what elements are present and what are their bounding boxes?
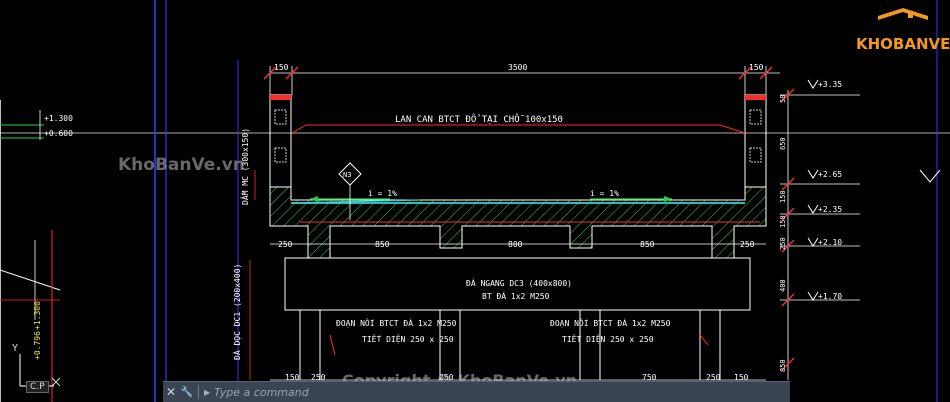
cross-beam-label-2: BT ĐÁ 1x2 M250	[482, 290, 550, 301]
dim-mid-a: 850	[375, 240, 390, 249]
command-input[interactable]	[214, 385, 790, 399]
pile-right-label-2: TIẾT DIỆN 250 x 250	[562, 333, 654, 344]
pile-left-label-2: TIẾT DIỆN 250 x 250	[362, 333, 454, 344]
long-beam-guide	[249, 170, 256, 380]
elev-335: +3.35	[818, 80, 842, 89]
logo-text: KHOBANVE	[856, 35, 950, 53]
tag-n3-label: N3	[343, 171, 351, 179]
dim-top-right: 150	[749, 63, 764, 72]
dim-top-left: 150	[274, 63, 289, 72]
left-elev-1: +1.300	[44, 114, 73, 123]
dim-mid-left: 250	[278, 240, 293, 249]
vdim-850: 850	[779, 359, 787, 372]
command-bar: ✕ 🔧 ▸	[163, 381, 790, 402]
slope-left-label: i = 1%	[368, 189, 397, 198]
cross-beam-label-1: ĐÀ NGANG DC3 (400x800)	[466, 277, 572, 288]
pile-right-label-1: ĐOẠN NỐI BTCT ĐÁ 1x2 M250	[550, 317, 671, 328]
pile-left-label-1: ĐOẠN NỐI BTCT ĐÁ 1x2 M250	[336, 317, 457, 328]
wrench-icon[interactable]: 🔧	[179, 387, 195, 398]
long-beam-label: ĐÀ DỌC DC1 (200x400)	[231, 264, 242, 360]
cad-drawing-canvas[interactable]: 150 3500 150 LAN CAN BTCT ĐỔ TẠI CHỖ 100…	[0, 0, 950, 402]
elev-265: +2.65	[818, 170, 842, 179]
elev-210: +2.10	[818, 238, 842, 247]
dim-top-span: 3500	[508, 63, 527, 72]
elev-170: +1.70	[818, 292, 842, 301]
vdim-650: 650	[779, 137, 787, 150]
command-prompt-icon[interactable]: ▸	[204, 385, 210, 399]
command-bar-divider	[198, 385, 199, 399]
watermark-left: KhoBanVe.vn	[118, 155, 245, 175]
dim-mid-b: 800	[508, 240, 523, 249]
close-command-line-button[interactable]: ✕	[163, 385, 179, 399]
left-elev-3: +1.300	[33, 301, 42, 330]
dim-mid-right: 250	[740, 240, 755, 249]
railing-label: LAN CAN BTCT ĐỔ TẠI CHỖ 100x150	[395, 113, 563, 125]
vdim-150b: 150	[779, 215, 787, 228]
khobanve-logo: KHOBANVE	[848, 8, 950, 53]
dim-mid-c: 850	[640, 240, 655, 249]
vdim-400: 400	[779, 279, 787, 292]
vdim-250: 250	[779, 237, 787, 250]
vdim-50: 50	[779, 95, 787, 103]
cp-label: C.P	[26, 381, 49, 393]
elev-235: +2.35	[818, 205, 842, 214]
elevation-markers	[780, 79, 941, 380]
ucs-y-label: Y	[12, 343, 18, 354]
left-elev-2: +0.600	[44, 129, 73, 138]
vdim-150a: 150	[779, 190, 787, 203]
slope-right-label: i = 1%	[590, 189, 619, 198]
